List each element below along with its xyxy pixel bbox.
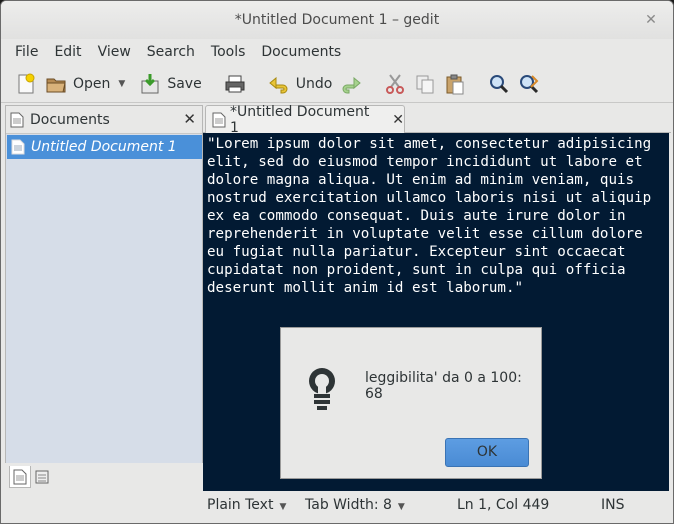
chevron-down-icon: ▼ [397,502,405,512]
undo-arrow-icon [268,76,288,93]
side-panel-title: Documents [30,111,110,128]
message-dialog: leggibilita' da 0 a 100: 68 OK [280,327,542,479]
save-icon [141,73,159,93]
title-bar: *Untitled Document 1 – gedit ✕ [1,1,673,39]
folder-open-icon [46,78,66,92]
language-label: Plain Text [207,497,274,513]
undo-label: Undo [295,75,333,92]
document-icon [13,469,27,484]
gedit-window: *Untitled Document 1 – gedit ✕ File Edit… [0,0,674,524]
menu-bar: File Edit View Search Tools Documents [1,39,673,65]
file-browser-icon [35,470,49,484]
lightbulb-icon [309,368,335,410]
document-list-item-label: Untitled Document 1 [31,139,177,155]
window-close-icon[interactable]: ✕ [643,12,659,28]
menu-search[interactable]: Search [139,44,203,60]
find-replace-icon [520,74,539,93]
editor-text[interactable]: "Lorem ipsum dolor sit amet, consectetur… [203,133,658,297]
open-button[interactable]: Open ▼ [41,69,135,99]
printer-icon [225,75,245,92]
tab-width-label: Tab Width: 8 [305,497,392,513]
documents-panel-tab[interactable] [9,466,31,488]
cut-button[interactable] [380,69,410,99]
scissors-icon [386,73,405,94]
language-selector[interactable]: Plain Text ▼ [207,497,286,513]
find-button[interactable] [484,69,514,99]
document-icon [212,112,226,128]
redo-arrow-icon [342,76,362,93]
menu-view[interactable]: View [90,44,139,60]
document-icon [10,112,24,127]
magnifier-icon [490,74,509,93]
print-button[interactable] [220,69,250,99]
new-document-icon [18,73,35,93]
window-title: *Untitled Document 1 – gedit [234,12,440,28]
paste-button[interactable] [440,69,470,99]
copy-button[interactable] [410,69,440,99]
toolbar: Open ▼ Save Undo [1,65,673,103]
tab-label: *Untitled Document 1 [229,104,370,136]
open-label: Open [73,75,111,92]
insert-mode: INS [601,497,625,513]
redo-button[interactable] [336,69,366,99]
menu-tools[interactable]: Tools [203,44,254,60]
copy-icon [416,75,434,93]
document-tab-bar: *Untitled Document 1 ✕ [203,104,671,136]
file-browser-panel-tab[interactable] [31,466,53,488]
paste-clipboard-icon [446,74,464,94]
tab-untitled-document-1[interactable]: *Untitled Document 1 ✕ [205,104,405,136]
cursor-position: Ln 1, Col 449 [457,497,550,513]
dialog-message: leggibilita' da 0 a 100: 68 [365,370,522,402]
document-list-item[interactable]: Untitled Document 1 [7,135,202,159]
document-icon [11,139,25,155]
tab-width-selector[interactable]: Tab Width: 8 ▼ [305,497,405,513]
replace-button[interactable] [514,69,544,99]
undo-button[interactable]: Undo [264,69,337,99]
menu-documents[interactable]: Documents [253,44,349,60]
side-panel-header: Documents ✕ [6,106,202,134]
menu-edit[interactable]: Edit [46,44,89,60]
open-recent-dropdown-icon[interactable]: ▼ [118,79,125,89]
side-panel: Documents ✕ Untitled Document 1 [5,105,203,491]
tab-close-icon[interactable]: ✕ [392,112,404,128]
side-panel-close-icon[interactable]: ✕ [183,110,196,128]
menu-file[interactable]: File [7,44,46,60]
save-label: Save [167,75,202,92]
side-panel-tabs [5,463,203,491]
new-button[interactable] [11,69,41,99]
ok-button[interactable]: OK [445,438,529,467]
status-bar: Plain Text ▼ Tab Width: 8 ▼ Ln 1, Col 449 … [203,493,673,517]
save-button[interactable]: Save [135,69,205,99]
chevron-down-icon: ▼ [279,502,287,512]
